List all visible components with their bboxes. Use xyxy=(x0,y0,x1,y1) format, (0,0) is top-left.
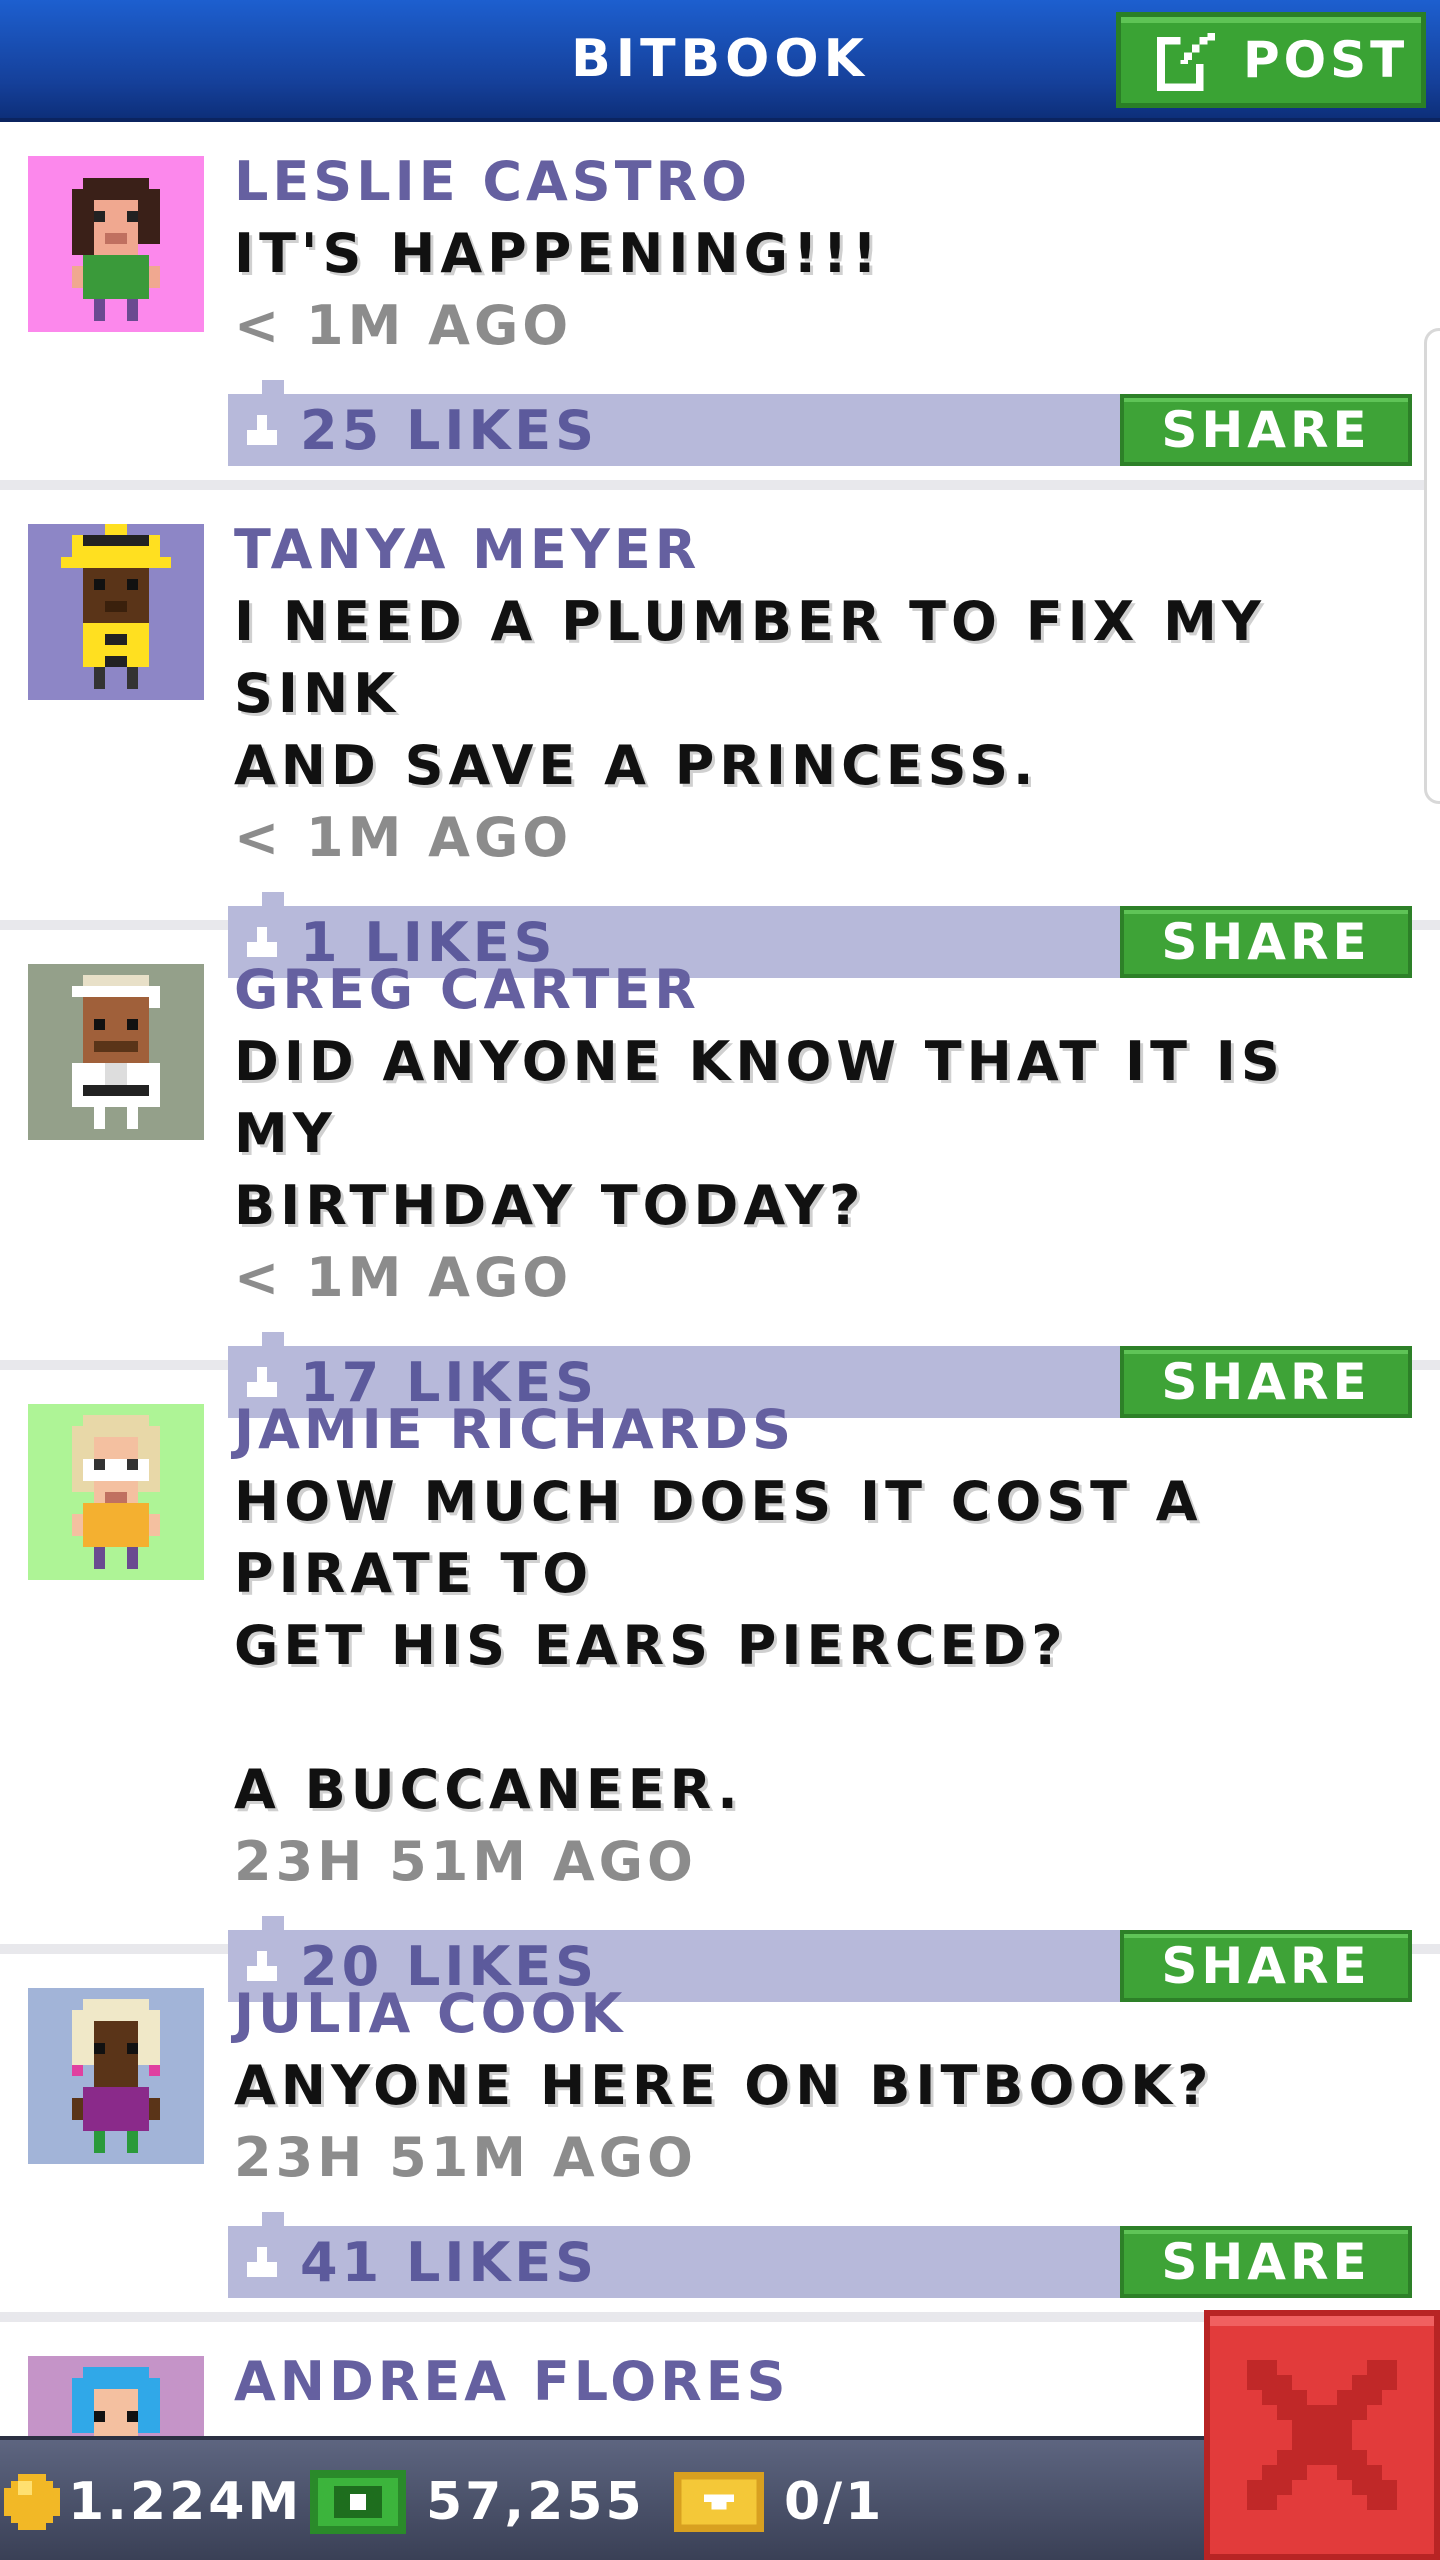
person-avatar-icon xyxy=(28,1404,204,1580)
share-button[interactable]: SHARE xyxy=(1120,2226,1412,2298)
coins-value: 1.224M xyxy=(68,2472,303,2532)
feed-post: JAMIE RICHARDS HOW MUCH DOES IT COST A P… xyxy=(0,1370,1440,2002)
share-button[interactable]: SHARE xyxy=(1120,394,1412,466)
scroll-edge-indicator[interactable] xyxy=(1424,328,1440,804)
post-author[interactable]: JAMIE RICHARDS xyxy=(234,1394,1410,1466)
like-bar-tab xyxy=(262,2212,284,2226)
feed-post: JULIA COOK ANYONE HERE ON BITBOOK? 23H 5… xyxy=(0,1954,1440,2322)
avatar[interactable] xyxy=(28,156,204,332)
coin-icon xyxy=(4,2474,60,2530)
close-icon xyxy=(1247,2360,1397,2510)
like-count: 41 LIKES xyxy=(300,2230,599,2294)
coins-stat: 1.224M xyxy=(4,2440,302,2560)
tickets-value: 0/1 xyxy=(784,2472,885,2532)
avatar[interactable] xyxy=(28,524,204,700)
post-message: I NEED A PLUMBER TO FIX MY SINK AND SAVE… xyxy=(234,590,1266,797)
post-timestamp: < 1M AGO xyxy=(234,1246,573,1309)
thumbs-up-icon xyxy=(247,415,277,445)
like-bar-tab xyxy=(262,1332,284,1346)
post-action-bar: 25 LIKES SHARE xyxy=(228,380,1412,466)
post-message: HOW MUCH DOES IT COST A PIRATE TO GET HI… xyxy=(234,1470,1203,1821)
person-avatar-icon xyxy=(28,156,204,332)
person-avatar-icon xyxy=(28,1988,204,2164)
post-message: IT'S HAPPENING!!! xyxy=(234,222,882,285)
post-message: DID ANYONE KNOW THAT IT IS MY BIRTHDAY T… xyxy=(234,1030,1285,1237)
close-button[interactable] xyxy=(1204,2310,1440,2560)
like-button[interactable]: 25 LIKES xyxy=(228,394,598,466)
bux-stat: 57,255 xyxy=(310,2440,645,2560)
post-author[interactable]: GREG CARTER xyxy=(234,954,1410,1026)
tickets-stat: 0/1 xyxy=(674,2440,884,2560)
like-bar-tab xyxy=(262,1916,284,1930)
avatar[interactable] xyxy=(28,1988,204,2164)
compose-icon xyxy=(1157,32,1216,91)
feed-post: GREG CARTER DID ANYONE KNOW THAT IT IS M… xyxy=(0,930,1440,1418)
like-count: 25 LIKES xyxy=(300,398,599,462)
like-bar-tab xyxy=(262,892,284,906)
post-message: ANYONE HERE ON BITBOOK? xyxy=(234,2054,1214,2117)
post-timestamp: < 1M AGO xyxy=(234,294,573,357)
post-author[interactable]: JULIA COOK xyxy=(234,1978,1410,2050)
app-header: BITBOOK POST xyxy=(0,0,1440,122)
post-timestamp: < 1M AGO xyxy=(234,806,573,869)
person-avatar-icon xyxy=(28,964,204,1140)
post-author[interactable]: LESLIE CASTRO xyxy=(234,146,1410,218)
bux-value: 57,255 xyxy=(426,2472,645,2532)
feed-post: LESLIE CASTRO IT'S HAPPENING!!! < 1M AGO… xyxy=(0,122,1440,490)
post-timestamp: 23H 51M AGO xyxy=(234,2126,697,2189)
ticket-icon xyxy=(674,2472,764,2532)
post-author[interactable]: TANYA MEYER xyxy=(234,514,1410,586)
bux-icon xyxy=(310,2470,406,2534)
person-avatar-icon xyxy=(28,524,204,700)
post-timestamp: 23H 51M AGO xyxy=(234,1830,697,1893)
post-button-label: POST xyxy=(1243,31,1409,89)
post-action-bar: 41 LIKES SHARE xyxy=(228,2212,1412,2298)
post-button[interactable]: POST xyxy=(1116,12,1426,108)
like-button[interactable]: 41 LIKES xyxy=(228,2226,598,2298)
avatar[interactable] xyxy=(28,964,204,1140)
feed-post: TANYA MEYER I NEED A PLUMBER TO FIX MY S… xyxy=(0,490,1440,978)
avatar[interactable] xyxy=(28,1404,204,1580)
like-bar-tab xyxy=(262,380,284,394)
thumbs-up-icon xyxy=(247,2247,277,2277)
feed[interactable]: LESLIE CASTRO IT'S HAPPENING!!! < 1M AGO… xyxy=(0,122,1440,2532)
